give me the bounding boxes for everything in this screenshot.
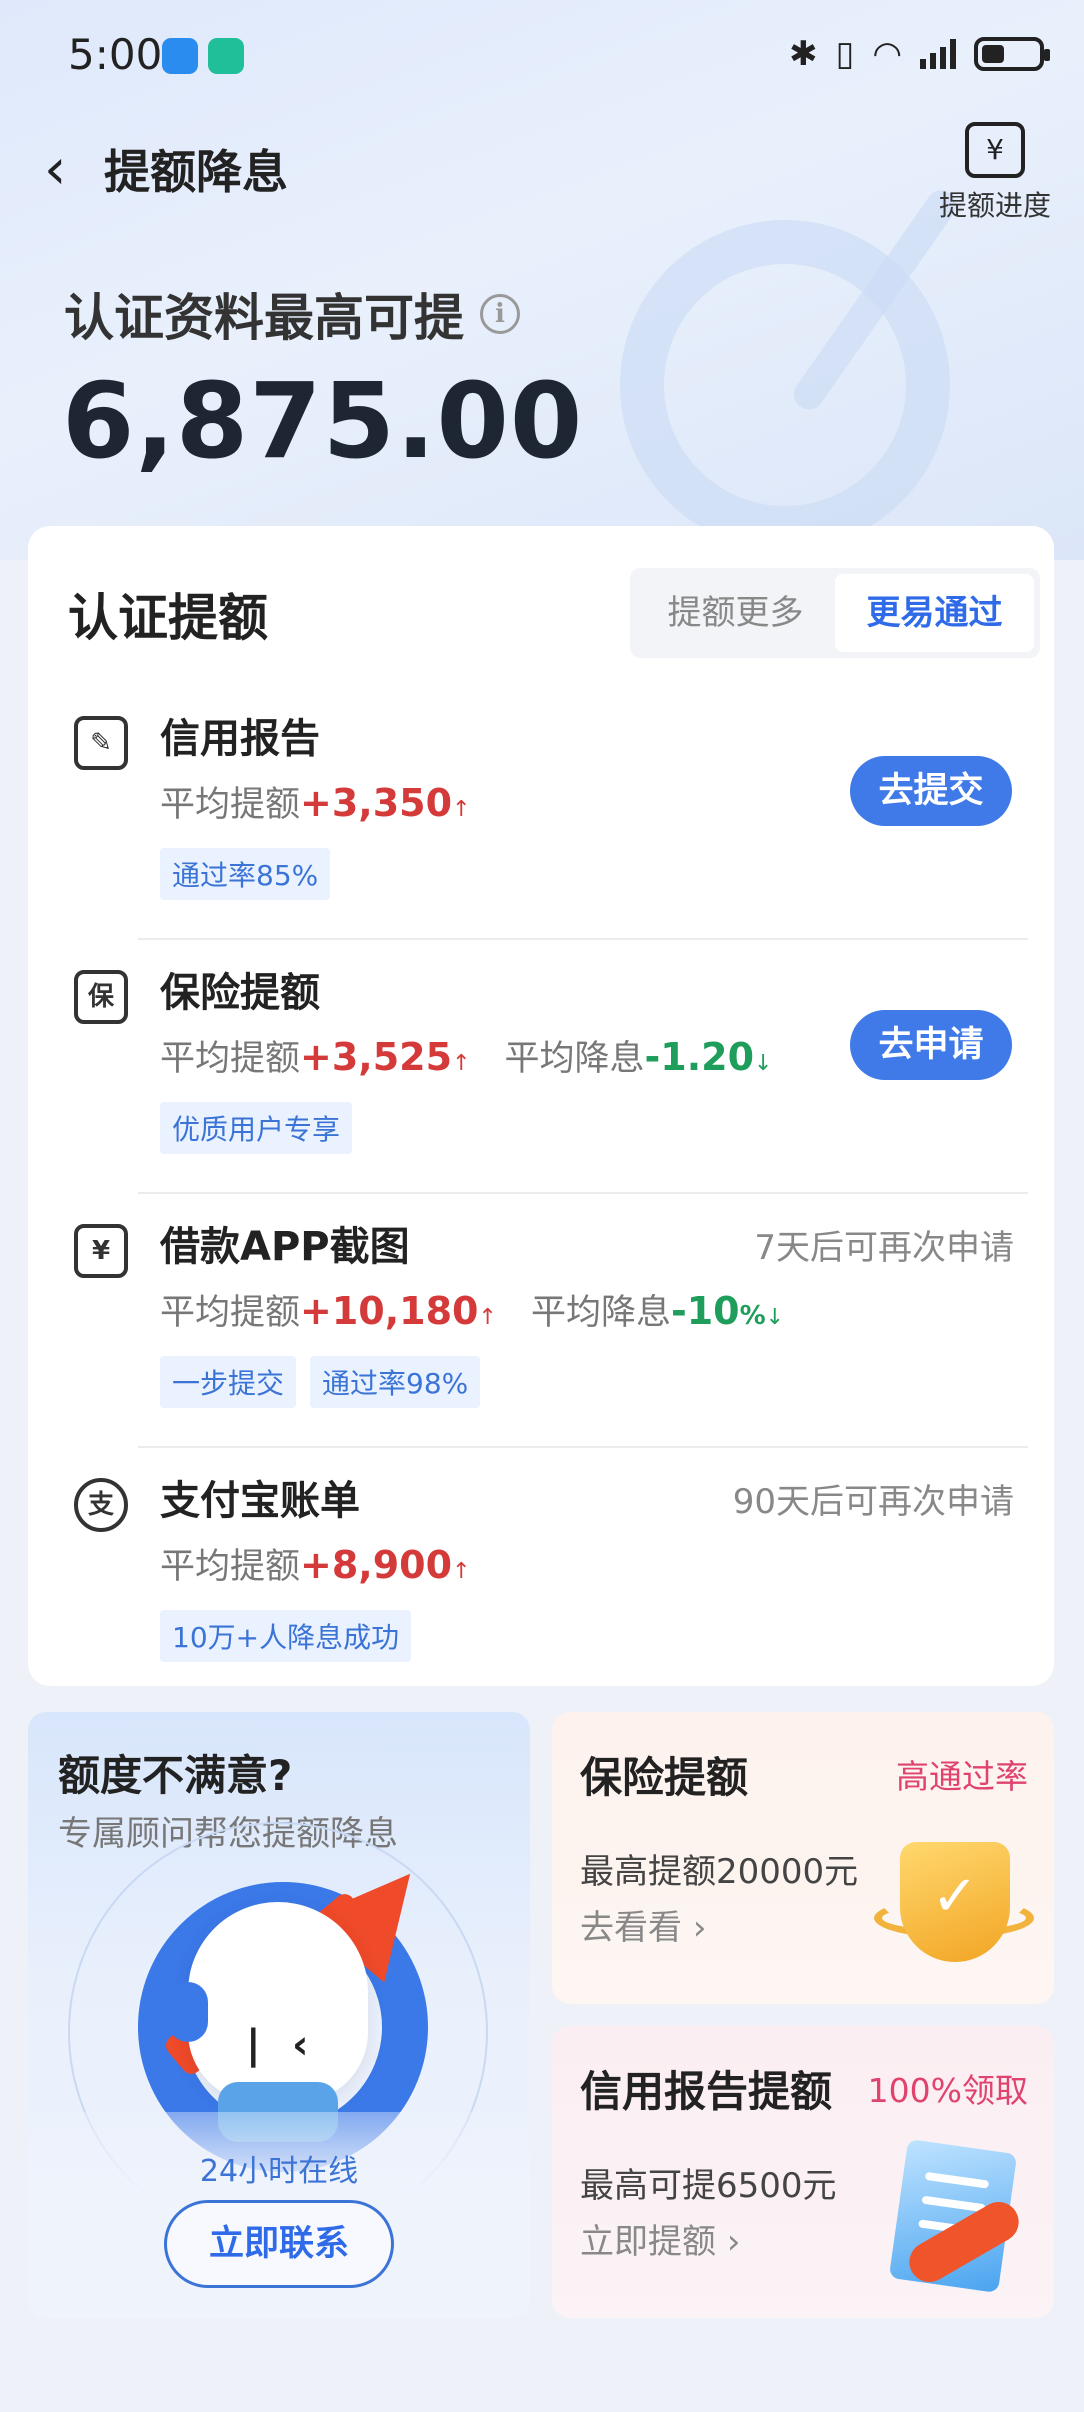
avg-value: +3,350 xyxy=(300,781,453,825)
hero-label: 认证资料最高可提 i xyxy=(64,278,520,350)
progress-label: 提额进度 xyxy=(938,189,1051,222)
retry-notice: 90天后可再次申请 xyxy=(732,1482,1014,1522)
headset-icon xyxy=(168,1982,208,2042)
avg-label: 平均提额 xyxy=(160,785,301,825)
tag: 通过率85% xyxy=(160,848,331,900)
chevron-left-icon[interactable]: ‹ xyxy=(44,140,84,200)
security-app-icon xyxy=(208,38,244,74)
advisor-card[interactable]: 额度不满意? 专属顾问帮您提额降息 | ‹ 24小时在线 立即联系 xyxy=(28,1712,530,2318)
tag-group: 一步提交 通过率98% xyxy=(160,1356,481,1408)
arrow-down-icon: ↓ xyxy=(765,1305,785,1330)
advisor-title: 额度不满意? xyxy=(58,1751,293,1800)
avg-value: +3,525 xyxy=(300,1035,453,1079)
promo-line: 最高可提6500元 xyxy=(580,2166,837,2206)
avg-value: +8,900 xyxy=(300,1543,453,1587)
receipt-yuan-icon: ¥ xyxy=(74,1224,128,1278)
info-icon[interactable]: i xyxy=(480,294,520,334)
item-title: 支付宝账单 xyxy=(160,1478,360,1524)
list-item-loan-screenshot[interactable]: ¥ 借款APP截图 7天后可再次申请 平均提额+10,180↑ 平均降息-10%↓… xyxy=(28,1194,1054,1448)
arrow-up-icon: ↑ xyxy=(478,1305,497,1330)
promo-title: 保险提额 xyxy=(580,1753,749,1802)
tag: 一步提交 xyxy=(160,1356,297,1408)
rate-value: -1.20 xyxy=(644,1035,755,1079)
message-app-icon xyxy=(162,38,198,74)
list-item-insurance[interactable]: 保 保险提额 平均提额+3,525↑ 平均降息-1.20↓ 优质用户专享 去申请 xyxy=(28,940,1054,1194)
promo-badge: 高通过率 xyxy=(896,1757,1028,1796)
mascot-illustration: | ‹ xyxy=(188,1902,368,2102)
signal-icon xyxy=(920,39,956,69)
item-stats: 平均提额+8,900↑ xyxy=(160,1538,471,1589)
tab-easier-approval[interactable]: 更易通过 xyxy=(835,574,1034,652)
wifi-icon: ◠ xyxy=(872,34,902,74)
hero-amount: 6,875.00 xyxy=(62,360,584,482)
avg-value: +10,180 xyxy=(300,1289,479,1333)
avg-label: 平均提额 xyxy=(160,1547,301,1587)
promo-link[interactable]: 立即提额 › xyxy=(580,2214,740,2263)
battery-icon xyxy=(974,37,1050,71)
rate-label: 平均降息 xyxy=(504,1039,645,1079)
list-item-credit-report[interactable]: ✎ 信用报告 平均提额+3,350↑ 通过率85% 去提交 xyxy=(28,686,1054,940)
submit-button[interactable]: 去提交 xyxy=(850,756,1012,826)
item-stats: 平均提额+10,180↑ 平均降息-10%↓ xyxy=(160,1284,784,1335)
item-title: 借款APP截图 xyxy=(160,1224,410,1270)
credit-report-icon: ✎ xyxy=(74,716,128,770)
arrow-up-icon: ↑ xyxy=(452,1051,471,1076)
chevron-right-icon: › xyxy=(726,2222,741,2262)
certification-card: 认证提额 提额更多 更易通过 ✎ 信用报告 平均提额+3,350↑ 通过率85%… xyxy=(28,526,1054,1686)
tag-group: 10万+人降息成功 xyxy=(160,1610,412,1662)
arrow-up-icon: ↑ xyxy=(452,1559,471,1584)
promo-link[interactable]: 去看看 › xyxy=(580,1900,706,1949)
arrow-down-icon: ↓ xyxy=(754,1051,773,1076)
page-title: 提额降息 xyxy=(104,145,288,199)
progress-button[interactable]: ¥ 提额进度 xyxy=(930,122,1060,224)
promo-line: 最高提额20000元 xyxy=(580,1852,859,1892)
bluetooth-icon: ✱ xyxy=(789,34,818,74)
status-indicators: ✱ ▯ ◠ xyxy=(789,34,1050,74)
section-title: 认证提额 xyxy=(68,589,268,647)
rate-unit: % xyxy=(739,1301,766,1331)
tag-group: 通过率85% xyxy=(160,848,331,900)
retry-notice: 7天后可再次申请 xyxy=(754,1228,1014,1268)
insurance-shield-icon: 保 xyxy=(74,970,128,1024)
item-stats: 平均提额+3,525↑ 平均降息-1.20↓ xyxy=(160,1030,772,1081)
rate-value: -10 xyxy=(670,1289,740,1333)
item-title: 保险提额 xyxy=(160,970,320,1016)
status-bar: 5:00 ✱ ▯ ◠ xyxy=(0,0,1084,110)
promo-title: 信用报告提额 xyxy=(580,2067,833,2116)
online-label: 24小时在线 xyxy=(199,2154,359,2189)
status-time: 5:00 xyxy=(68,30,163,79)
wallet-icon: ¥ xyxy=(965,122,1025,178)
tag: 优质用户专享 xyxy=(160,1102,353,1154)
tab-more-credit[interactable]: 提额更多 xyxy=(636,574,835,652)
apply-button[interactable]: 去申请 xyxy=(850,1010,1012,1080)
item-title: 信用报告 xyxy=(160,716,320,762)
shield-check-icon: ✓ xyxy=(900,1842,1010,1962)
promo-credit-report-card[interactable]: 信用报告提额 100%领取 最高可提6500元 立即提额 › xyxy=(552,2026,1054,2318)
avg-label: 平均提额 xyxy=(160,1039,301,1079)
promo-badge: 100%领取 xyxy=(867,2071,1028,2110)
rate-label: 平均降息 xyxy=(530,1293,671,1333)
hero-label-text: 认证资料最高可提 xyxy=(64,289,464,347)
tag: 10万+人降息成功 xyxy=(160,1610,412,1662)
segment-control: 提额更多 更易通过 xyxy=(630,568,1040,658)
vibrate-icon: ▯ xyxy=(835,34,855,74)
contact-button[interactable]: 立即联系 xyxy=(164,2200,394,2288)
tag: 通过率98% xyxy=(310,1356,481,1408)
list-item-alipay-bill[interactable]: 支 支付宝账单 90天后可再次申请 平均提额+8,900↑ 10万+人降息成功 xyxy=(28,1448,1054,1702)
chevron-right-icon: › xyxy=(692,1908,707,1948)
arrow-up-icon: ↑ xyxy=(452,797,471,822)
alipay-icon: 支 xyxy=(74,1478,128,1532)
item-stats: 平均提额+3,350↑ xyxy=(160,776,471,827)
promo-insurance-card[interactable]: 保险提额 高通过率 最高提额20000元 去看看 › ✓ xyxy=(552,1712,1054,2004)
tag-group: 优质用户专享 xyxy=(160,1102,353,1154)
avg-label: 平均提额 xyxy=(160,1293,301,1333)
